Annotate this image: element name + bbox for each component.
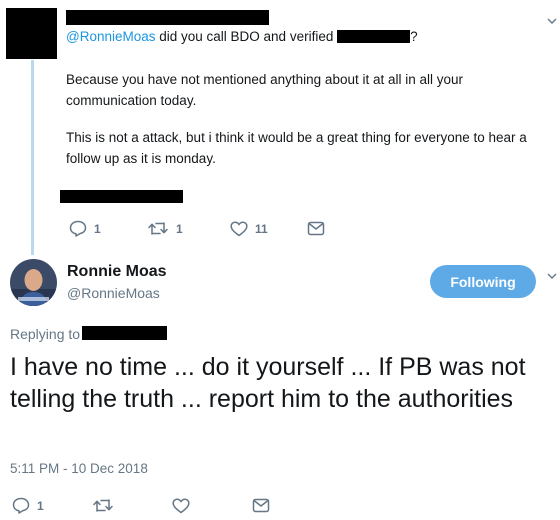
redacted-text-block bbox=[60, 190, 183, 203]
tweet-text: I have no time ... do it yourself ... If… bbox=[10, 353, 526, 413]
direct-message-action[interactable] bbox=[252, 498, 270, 513]
redacted-text bbox=[337, 30, 411, 43]
following-button[interactable]: Following bbox=[430, 265, 536, 298]
reply-action[interactable]: 1 bbox=[12, 497, 92, 514]
thread-connector-line bbox=[31, 60, 34, 255]
replying-to-line: Replying to bbox=[10, 326, 80, 342]
tweet-timestamp[interactable]: 5:11 PM - 10 Dec 2018 bbox=[10, 461, 148, 476]
avatar[interactable] bbox=[10, 259, 57, 306]
profile-photo-icon bbox=[10, 259, 57, 306]
direct-message-icon bbox=[307, 221, 325, 236]
redacted-author-name bbox=[66, 10, 269, 25]
retweet-action[interactable] bbox=[92, 498, 172, 513]
like-action[interactable]: 11 bbox=[230, 220, 307, 237]
author-handle[interactable]: @RonnieMoas bbox=[67, 285, 160, 301]
direct-message-action[interactable] bbox=[307, 221, 325, 236]
reply-tweet-text-segment: did you call BDO and verified bbox=[155, 29, 338, 44]
like-icon bbox=[230, 220, 248, 236]
retweet-icon bbox=[93, 499, 113, 512]
reply-count: 1 bbox=[94, 221, 101, 236]
like-icon bbox=[172, 497, 190, 513]
mention-link[interactable]: @RonnieMoas bbox=[66, 29, 156, 44]
reply-tweet-actions: 1 1 11 bbox=[69, 220, 325, 237]
main-tweet-actions: 1 bbox=[12, 497, 270, 514]
reply-tweet-paragraph-1: Because you have not mentioned anything … bbox=[66, 72, 464, 108]
retweet-icon bbox=[148, 222, 168, 235]
reply-action[interactable]: 1 bbox=[69, 220, 147, 237]
author-name[interactable]: Ronnie Moas bbox=[67, 263, 167, 281]
reply-tweet-first-line: @RonnieMoas did you call BDO and verifie… bbox=[66, 29, 418, 44]
replying-to-label: Replying to bbox=[10, 326, 81, 342]
reply-tweet-paragraph-2: This is not a attack, but i think it wou… bbox=[66, 130, 527, 166]
reply-icon bbox=[12, 497, 30, 514]
retweet-count: 1 bbox=[176, 221, 183, 236]
like-action[interactable] bbox=[172, 497, 252, 514]
reply-count: 1 bbox=[37, 498, 44, 513]
redacted-reply-target bbox=[82, 326, 167, 340]
chevron-down-icon[interactable] bbox=[547, 17, 557, 25]
like-count: 11 bbox=[255, 221, 268, 236]
redacted-avatar bbox=[6, 8, 57, 59]
direct-message-icon bbox=[252, 498, 270, 513]
reply-tweet-text-end: ? bbox=[410, 29, 418, 44]
chevron-down-icon[interactable] bbox=[547, 272, 557, 280]
reply-icon bbox=[69, 220, 87, 237]
retweet-action[interactable]: 1 bbox=[147, 221, 230, 236]
